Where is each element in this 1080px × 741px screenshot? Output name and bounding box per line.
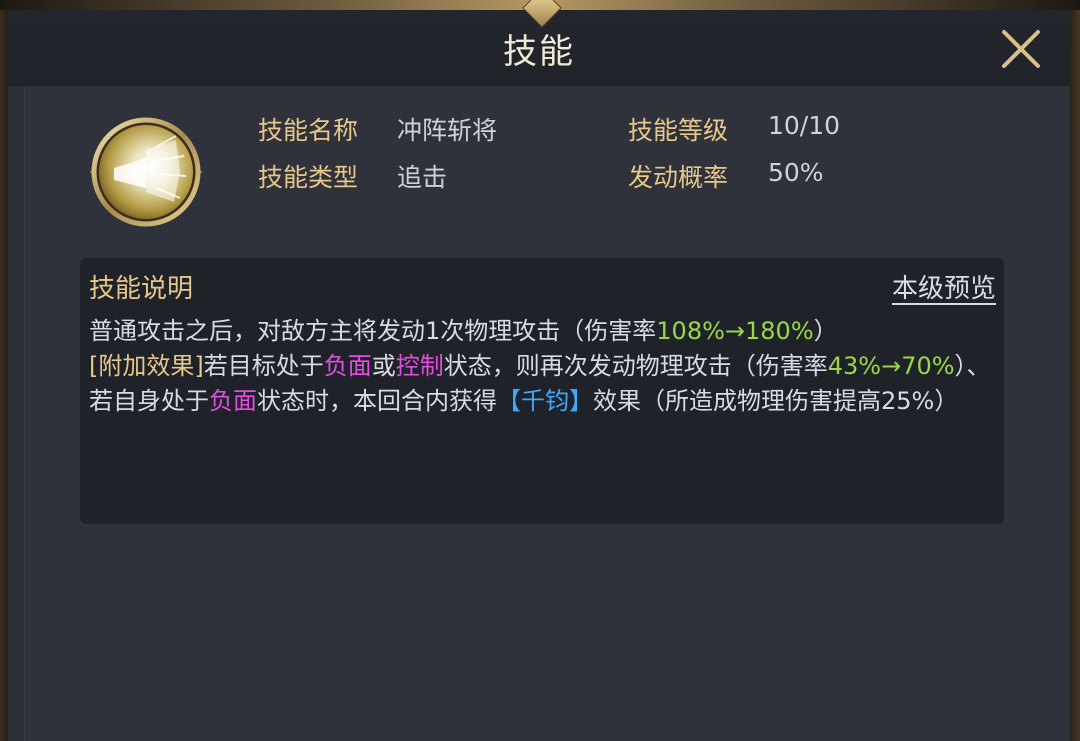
desc-segment: 状态时，本回合内获得 xyxy=(257,387,497,415)
level-preview-link[interactable]: 本级预览 xyxy=(892,268,996,305)
trigger-chance-value: 50% xyxy=(768,158,824,187)
description-title: 技能说明 xyxy=(89,274,194,304)
skill-name-value: 冲阵斩将 xyxy=(397,116,498,145)
skill-type-value: 追击 xyxy=(397,163,448,192)
skill-burst-icon xyxy=(90,117,202,227)
damage-rate-2: 43%→70% xyxy=(827,352,955,380)
skill-level-value: 10/10 xyxy=(768,111,841,140)
close-icon xyxy=(1002,30,1040,68)
negative-status-keyword: 负面 xyxy=(209,387,257,415)
desc-segment: 或 xyxy=(371,352,396,380)
skill-icon xyxy=(84,110,208,234)
extra-effect-tag: [附加效果] xyxy=(89,352,204,380)
trigger-chance-label: 发动概率 xyxy=(628,163,729,192)
description-text: 普通攻击之后，对敌方主将发动1次物理攻击（伤害率108%→180%） [附加效果… xyxy=(89,314,995,419)
close-button[interactable] xyxy=(998,26,1044,72)
skill-level-label: 技能等级 xyxy=(628,116,729,145)
buff-keyword[interactable]: 【千钧】 xyxy=(497,387,593,415)
skill-type-label: 技能类型 xyxy=(258,163,359,192)
desc-segment: 普通攻击之后，对敌方主将发动1次物理攻击（伤害率 xyxy=(89,317,657,345)
desc-segment: 效果（所造成物理伤害提高25%） xyxy=(593,387,959,415)
dialog-title: 技能 xyxy=(503,32,575,72)
description-box: 技能说明 本级预览 普通攻击之后，对敌方主将发动1次物理攻击（伤害率108%→1… xyxy=(80,258,1004,524)
skill-name-label: 技能名称 xyxy=(258,116,359,145)
desc-segment: 若目标处于 xyxy=(203,352,324,380)
desc-segment: ） xyxy=(813,317,838,345)
control-status-keyword: 控制 xyxy=(395,352,444,380)
damage-rate-1: 108%→180% xyxy=(656,317,814,345)
negative-status-keyword: 负面 xyxy=(323,352,372,380)
desc-segment: 状态，则再次发动物理攻击（伤害率 xyxy=(443,352,828,380)
